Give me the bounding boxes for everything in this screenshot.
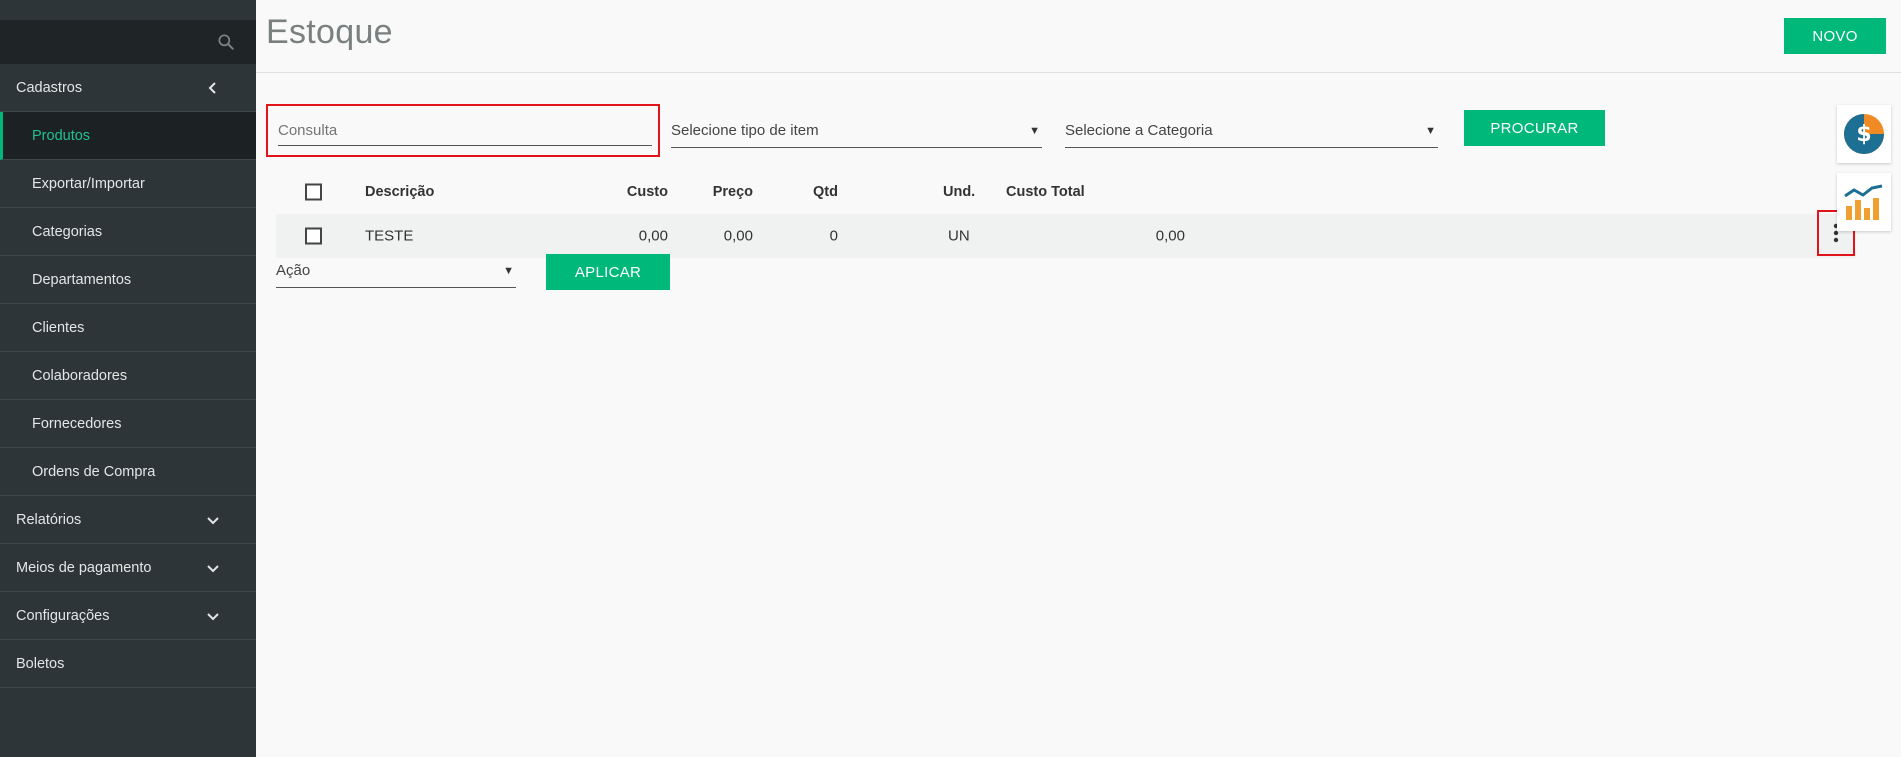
sidebar-item-ordens-de-compra[interactable]: Ordens de Compra [0, 448, 256, 496]
sidebar-item-exportar-importar[interactable]: Exportar/Importar [0, 160, 256, 208]
nav-section-cadastros[interactable]: Cadastros [0, 64, 256, 112]
categoria-select[interactable]: Selecione a Categoria ▼ [1065, 114, 1438, 148]
nav-section-meios-de-pagamento[interactable]: Meios de pagamento [0, 544, 256, 592]
products-table: Descrição Custo Preço Qtd Und. Custo Tot… [276, 170, 1856, 258]
acao-select-label: Ação [276, 262, 311, 279]
sidebar-item-categorias[interactable]: Categorias [0, 208, 256, 256]
tipo-item-select[interactable]: Selecione tipo de item ▼ [671, 114, 1042, 148]
bar-chart-icon [1844, 184, 1883, 220]
col-custo[interactable]: Custo [627, 184, 668, 200]
search-icon[interactable] [216, 32, 236, 52]
sidebar-item-label: Produtos [32, 127, 91, 144]
sidebar-item-label: Fornecedores [32, 415, 122, 432]
row-checkbox[interactable] [305, 227, 322, 245]
cell-und: UN [948, 227, 970, 245]
nav-section-label: Configurações [16, 607, 110, 624]
chevron-down-icon [207, 612, 219, 620]
finance-widget[interactable]: $ [1837, 105, 1891, 163]
chevron-left-icon [208, 81, 216, 94]
procurar-button[interactable]: PROCURAR [1464, 110, 1605, 146]
sidebar-top [0, 0, 256, 20]
stats-widget[interactable] [1837, 173, 1891, 231]
sidebar-item-fornecedores[interactable]: Fornecedores [0, 400, 256, 448]
cell-preco: 0,00 [723, 227, 753, 245]
nav-section-label: Boletos [16, 655, 65, 672]
nav-section-label: Meios de pagamento [16, 559, 152, 576]
bulk-action-row: Ação ▼ APLICAR [276, 252, 876, 296]
sidebar-item-label: Clientes [32, 319, 85, 336]
col-custo-total[interactable]: Custo Total [1006, 184, 1085, 200]
nav-section-boletos[interactable]: Boletos [0, 640, 256, 688]
search-highlight [266, 104, 660, 157]
table-header-row: Descrição Custo Preço Qtd Und. Custo Tot… [276, 170, 1856, 214]
nav-section-label: Relatórios [16, 511, 82, 528]
sidebar-item-label: Categorias [32, 223, 103, 240]
caret-down-icon: ▼ [503, 264, 514, 277]
col-und[interactable]: Und. [943, 184, 975, 200]
sidebar-item-label: Departamentos [32, 271, 132, 288]
sidebar-item-departamentos[interactable]: Departamentos [0, 256, 256, 304]
novo-button[interactable]: NOVO [1784, 18, 1886, 54]
nav-section-relatorios[interactable]: Relatórios [0, 496, 256, 544]
select-all-checkbox[interactable] [305, 183, 322, 201]
cell-custo: 0,00 [638, 227, 668, 245]
cell-descricao: TESTE [365, 227, 414, 245]
sidebar-item-label: Ordens de Compra [32, 463, 156, 480]
sidebar-search[interactable] [0, 20, 256, 64]
col-preco[interactable]: Preço [713, 184, 753, 200]
categoria-select-label: Selecione a Categoria [1065, 122, 1213, 139]
sidebar-item-produtos[interactable]: Produtos [0, 112, 256, 160]
sidebar-item-label: Colaboradores [32, 367, 128, 384]
sidebar: Cadastros Produtos Exportar/Importar Cat… [0, 0, 256, 757]
caret-down-icon: ▼ [1425, 124, 1436, 137]
page-header: Estoque NOVO [256, 0, 1901, 73]
chevron-down-icon [207, 564, 219, 572]
chevron-down-icon [207, 516, 219, 524]
acao-select[interactable]: Ação ▼ [276, 254, 516, 288]
aplicar-button[interactable]: APLICAR [546, 254, 670, 290]
search-input[interactable] [278, 116, 652, 146]
dollar-coin-icon: $ [1844, 114, 1884, 154]
page-title: Estoque [266, 13, 393, 51]
cell-custo-total: 0,00 [1155, 227, 1185, 245]
sidebar-item-clientes[interactable]: Clientes [0, 304, 256, 352]
filter-row: Selecione tipo de item ▼ Selecione a Cat… [256, 102, 1901, 162]
sidebar-item-label: Exportar/Importar [32, 175, 145, 192]
caret-down-icon: ▼ [1029, 124, 1040, 137]
tipo-item-select-label: Selecione tipo de item [671, 122, 819, 139]
cell-qtd: 0 [829, 227, 838, 245]
nav-section-configuracoes[interactable]: Configurações [0, 592, 256, 640]
col-descricao[interactable]: Descrição [365, 184, 434, 200]
nav-section-label: Cadastros [16, 79, 83, 96]
col-qtd[interactable]: Qtd [813, 184, 838, 200]
sidebar-item-colaboradores[interactable]: Colaboradores [0, 352, 256, 400]
svg-text:$: $ [1856, 122, 1871, 147]
main-content: Estoque NOVO Selecione tipo de item ▼ Se… [256, 0, 1901, 757]
